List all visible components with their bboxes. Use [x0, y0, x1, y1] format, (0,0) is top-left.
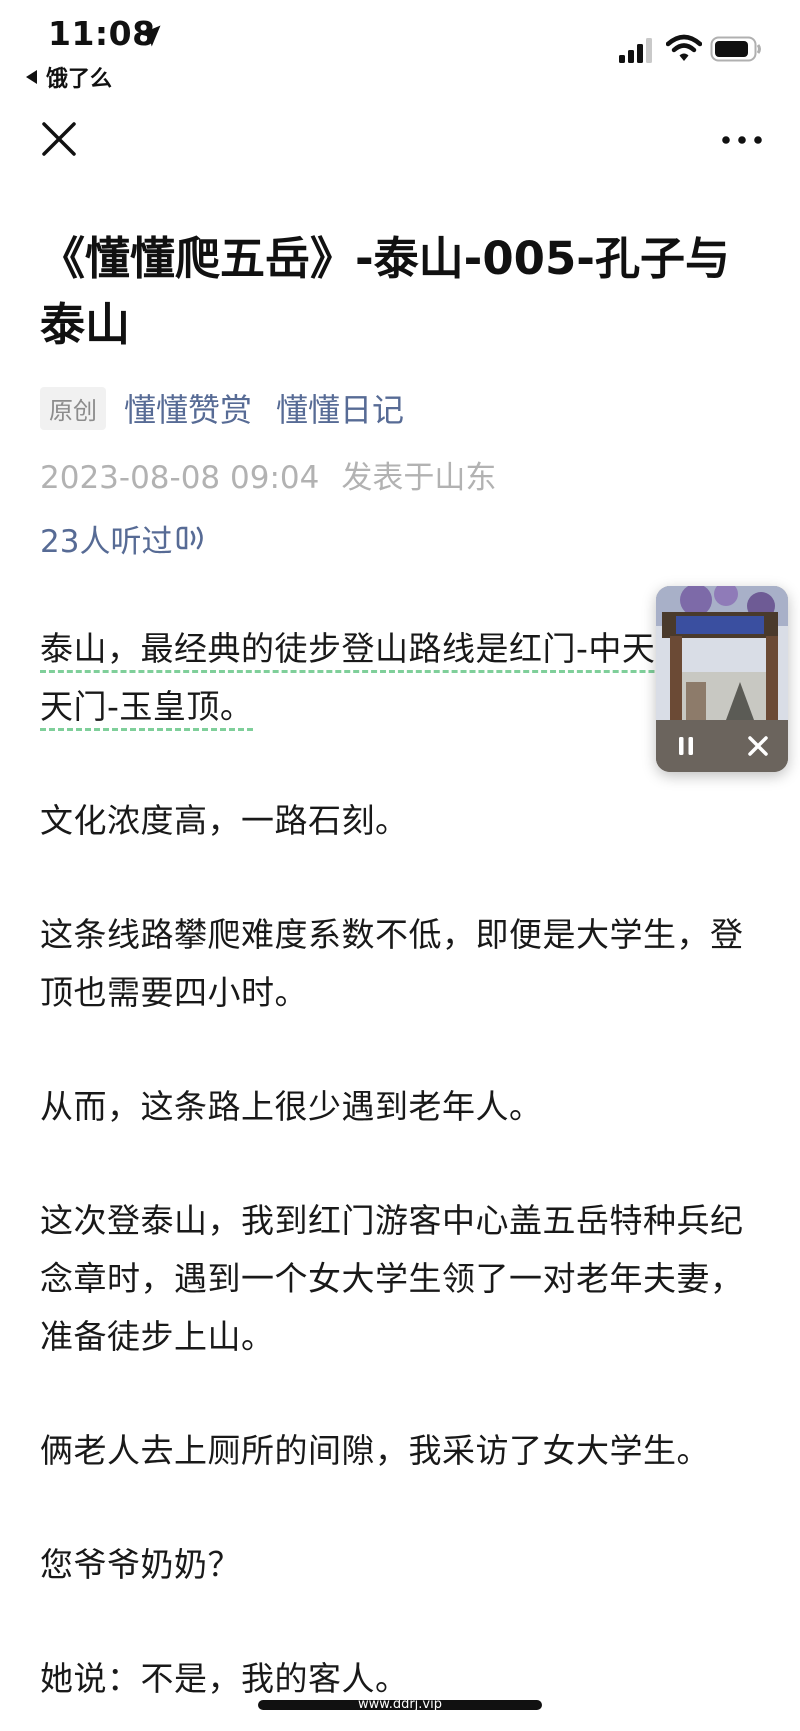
- pause-icon[interactable]: [670, 730, 702, 762]
- publish-location: 发表于山东: [341, 460, 497, 496]
- listen-count-button[interactable]: 23人听过: [40, 516, 212, 560]
- paragraph: 您爷爷奶奶？: [40, 1545, 241, 1584]
- paragraph: 泰山，最经典的徒步登山路线是红门-中天门-南天门-玉皇顶。: [40, 620, 760, 736]
- close-icon[interactable]: [742, 730, 774, 762]
- signal-icon: [619, 38, 652, 63]
- back-triangle-icon: [26, 70, 37, 84]
- article-body: 泰山，最经典的徒步登山路线是红门-中天门-南天门-玉皇顶。 文化浓度高，一路石刻…: [40, 620, 760, 1731]
- article-meta: 原创 懂懂赞赏 懂懂日记: [40, 386, 428, 430]
- mini-player-thumbnail[interactable]: [656, 586, 788, 720]
- paragraph: 俩老人去上厕所的间隙，我采访了女大学生。: [40, 1431, 710, 1470]
- close-icon[interactable]: [40, 120, 78, 158]
- watermark-text: www.ddrj.vip: [358, 1697, 442, 1712]
- wifi-icon: [666, 34, 702, 61]
- account-link[interactable]: 懂懂日记: [276, 385, 404, 431]
- author-link[interactable]: 懂懂赞赏: [124, 385, 252, 431]
- publish-info: 2023-08-08 09:04 发表于山东: [40, 452, 518, 496]
- back-app-label: 饿了么: [46, 67, 113, 92]
- highlighted-text[interactable]: 泰山，最经典的徒步登山路线是红门-中天门-南天门-玉皇顶。: [40, 629, 735, 731]
- battery-icon: [710, 36, 761, 62]
- paragraph: 这条线路攀爬难度系数不低，即便是大学生，登顶也需要四小时。: [40, 915, 744, 1012]
- original-badge: 原创: [40, 386, 106, 430]
- article-title: 《懂懂爬五岳》-泰山-005-孔子与泰山: [40, 232, 730, 351]
- paragraph: 从而，这条路上很少遇到老年人。: [40, 1087, 543, 1126]
- publish-date: 2023-08-08 09:04: [40, 460, 320, 496]
- listen-count: 23人听过: [40, 523, 173, 560]
- audio-wave-icon: [177, 526, 204, 550]
- paragraph: 文化浓度高，一路石刻。: [40, 801, 409, 840]
- location-arrow-icon: [139, 25, 161, 47]
- mini-player-controls: [656, 720, 788, 772]
- back-to-app-button[interactable]: 饿了么: [26, 62, 112, 92]
- more-icon[interactable]: [720, 126, 764, 154]
- mini-player[interactable]: [656, 586, 788, 772]
- status-bar: 11:08 饿了么: [0, 0, 800, 100]
- paragraph: 这次登泰山，我到红门游客中心盖五岳特种兵纪念章时，遇到一个女大学生领了一对老年夫…: [40, 1201, 744, 1356]
